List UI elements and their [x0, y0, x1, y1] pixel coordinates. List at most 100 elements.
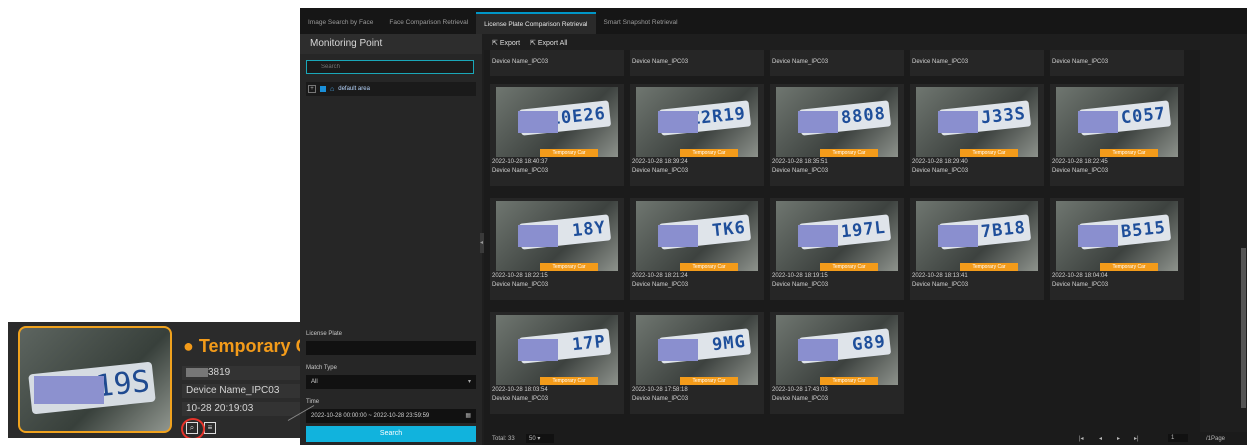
snapshot-thumbnail[interactable]: 8808 Temporary Car — [776, 87, 898, 157]
result-card[interactable]: G89 Temporary Car 2022-10-28 17:43:03 Devic… — [770, 312, 904, 414]
export-button[interactable]: ⇱ Export — [492, 39, 520, 47]
tab-smart-snapshot[interactable]: Smart Snapshot Retrieval — [596, 12, 686, 34]
result-card[interactable]: 17P Temporary Car 2022-10-28 18:03:54 Devic… — [490, 312, 624, 414]
card-time: 2022-10-28 18:22:15 — [492, 273, 548, 279]
inset-plate-suffix: 3819 — [208, 367, 231, 378]
snapshot-thumbnail[interactable]: G89 Temporary Car — [776, 315, 898, 385]
result-card-partial[interactable]: Device Name_IPC03 — [490, 50, 624, 76]
prev-page-button[interactable]: ◂ — [1099, 435, 1102, 442]
snapshot-thumbnail[interactable]: J33S Temporary Car — [916, 87, 1038, 157]
result-card-partial[interactable]: Device Name_IPC03 — [910, 50, 1044, 76]
snapshot-thumbnail[interactable]: Z2R19 Temporary Car — [636, 87, 758, 157]
total-count: Total: 33 — [492, 436, 515, 442]
snapshot-thumbnail[interactable]: 7B18 Temporary Car — [916, 201, 1038, 271]
card-time: 2022-10-28 18:22:45 — [1052, 159, 1108, 165]
result-card[interactable]: Z2R19 Temporary Car 2022-10-28 18:39:24 Dev… — [630, 84, 764, 186]
match-type-value: All — [311, 379, 318, 385]
page-size-select[interactable]: 50 ▾ — [526, 434, 555, 443]
card-device: Device Name_IPC03 — [632, 168, 689, 174]
snapshot-thumbnail[interactable]: B515 Temporary Car — [1056, 201, 1178, 271]
zoomed-detail-inset: 19S ● Temporary C 3819 Device Name_IPC03… — [8, 322, 300, 438]
sidebar: Monitoring Point ⌕ + ⌂ default area Lice… — [300, 34, 482, 445]
tab-face-comparison[interactable]: Face Comparison Retrieval — [381, 12, 476, 34]
card-device: Device Name_IPC03 — [492, 396, 549, 402]
snapshot-thumbnail[interactable]: L0E26 Temporary Car — [496, 87, 618, 157]
result-card[interactable]: 18Y Temporary Car 2022-10-28 18:22:15 Devic… — [490, 198, 624, 300]
right-panel — [1200, 34, 1247, 432]
match-type-label: Match Type — [306, 365, 337, 371]
export-all-label: Export All — [537, 40, 568, 47]
result-card-partial[interactable]: Device Name_IPC03 — [1050, 50, 1184, 76]
card-device: Device Name_IPC03 — [772, 168, 829, 174]
export-label: Export — [499, 40, 521, 47]
result-card[interactable]: C057 Temporary Car 2022-10-28 18:22:45 Devi… — [1050, 84, 1184, 186]
temporary-car-badge: Temporary Car — [680, 377, 738, 385]
card-time: 2022-10-28 18:03:54 — [492, 387, 548, 393]
snapshot-thumbnail[interactable]: 17P Temporary Car — [496, 315, 618, 385]
inset-time: 10-28 20:19:03 — [182, 402, 300, 416]
result-card-partial[interactable]: Device Name_IPC03 — [770, 50, 904, 76]
time-range-field[interactable]: 2022-10-28 00:00:00 ~ 2022-10-28 23:59:5… — [306, 409, 476, 423]
card-time: 2022-10-28 18:35:51 — [772, 159, 828, 165]
snapshot-thumbnail[interactable]: 9MG Temporary Car — [636, 315, 758, 385]
card-device: Device Name_IPC03 — [772, 59, 829, 65]
card-time: 2022-10-28 18:39:24 — [632, 159, 688, 165]
calendar-icon[interactable]: ▦ — [465, 410, 471, 422]
temporary-car-badge: Temporary Car — [680, 149, 738, 157]
card-device: Device Name_IPC03 — [632, 59, 689, 65]
result-card[interactable]: 8808 Temporary Car 2022-10-28 18:35:51 Devi… — [770, 84, 904, 186]
checkbox[interactable] — [320, 86, 326, 92]
result-card-partial[interactable]: Device Name_IPC03 — [630, 50, 764, 76]
snapshot-thumbnail[interactable]: 197L Temporary Car — [776, 201, 898, 271]
snapshot-thumbnail[interactable]: C057 Temporary Car — [1056, 87, 1178, 157]
page-size-value: 50 — [529, 436, 536, 442]
card-time: 2022-10-28 17:43:03 — [772, 387, 828, 393]
time-range-value: 2022-10-28 00:00:00 ~ 2022-10-28 23:59:5… — [311, 413, 430, 419]
search-button[interactable]: Search — [306, 426, 476, 442]
snapshot-thumbnail: 19S — [18, 326, 172, 433]
result-card[interactable]: TK6 Temporary Car 2022-10-28 18:21:24 Devic… — [630, 198, 764, 300]
match-type-select[interactable]: All ▾ — [306, 375, 476, 389]
license-plate-input[interactable] — [306, 341, 476, 355]
pixelated-region — [1078, 225, 1118, 247]
result-card[interactable]: 9MG Temporary Car 2022-10-28 17:58:18 Devic… — [630, 312, 764, 414]
expand-icon[interactable]: + — [308, 85, 316, 93]
next-page-button[interactable]: ▸ — [1117, 435, 1120, 442]
snapshot-thumbnail[interactable]: 18Y Temporary Car — [496, 201, 618, 271]
inset-plate: 3819 — [182, 366, 300, 380]
export-all-button[interactable]: ⇱ Export All — [530, 39, 567, 47]
result-card[interactable]: B515 Temporary Car 2022-10-28 18:04:04 Devi… — [1050, 198, 1184, 300]
pixelated-region — [798, 339, 838, 361]
pixelated-region — [518, 225, 558, 247]
tree-item-default-area[interactable]: + ⌂ default area — [306, 82, 476, 96]
result-card[interactable]: L0E26 Temporary Car 2022-10-28 18:40:37 Dev… — [490, 84, 624, 186]
card-device: Device Name_IPC03 — [912, 282, 969, 288]
pixelated-region — [34, 376, 104, 404]
pixelated-region — [658, 225, 698, 247]
tab-bar: Image Search by Face Face Comparison Ret… — [300, 8, 1247, 34]
details-icon[interactable]: ≡ — [204, 422, 216, 434]
card-device: Device Name_IPC03 — [632, 282, 689, 288]
snapshot-thumbnail[interactable]: TK6 Temporary Car — [636, 201, 758, 271]
result-card[interactable]: 7B18 Temporary Car 2022-10-28 18:13:41 Devi… — [910, 198, 1044, 300]
temporary-car-badge: Temporary Car — [820, 149, 878, 157]
result-card[interactable]: 197L Temporary Car 2022-10-28 18:19:15 Devi… — [770, 198, 904, 300]
vertical-scrollbar[interactable] — [1241, 248, 1246, 408]
card-device: Device Name_IPC03 — [1052, 59, 1109, 65]
search-input[interactable] — [306, 60, 474, 74]
card-device: Device Name_IPC03 — [492, 168, 549, 174]
page-number-input[interactable]: 1 — [1168, 434, 1189, 442]
pixelated-region — [938, 225, 978, 247]
page-count-label: /1Page — [1206, 436, 1226, 442]
card-time: 2022-10-28 18:13:41 — [912, 273, 968, 279]
temporary-car-badge: Temporary Car — [1100, 149, 1158, 157]
result-card[interactable]: J33S Temporary Car 2022-10-28 18:29:40 Devi… — [910, 84, 1044, 186]
card-device: Device Name_IPC03 — [772, 396, 829, 402]
retrieval-window: Image Search by Face Face Comparison Ret… — [300, 8, 1247, 445]
last-page-button[interactable]: ▸| — [1134, 435, 1139, 442]
temporary-car-badge: Temporary Car — [960, 263, 1018, 271]
temporary-car-badge: Temporary Car — [680, 263, 738, 271]
tab-license-plate-comparison[interactable]: License Plate Comparison Retrieval — [476, 12, 596, 34]
first-page-button[interactable]: |◂ — [1079, 435, 1084, 442]
tab-image-search-by-face[interactable]: Image Search by Face — [300, 12, 381, 34]
